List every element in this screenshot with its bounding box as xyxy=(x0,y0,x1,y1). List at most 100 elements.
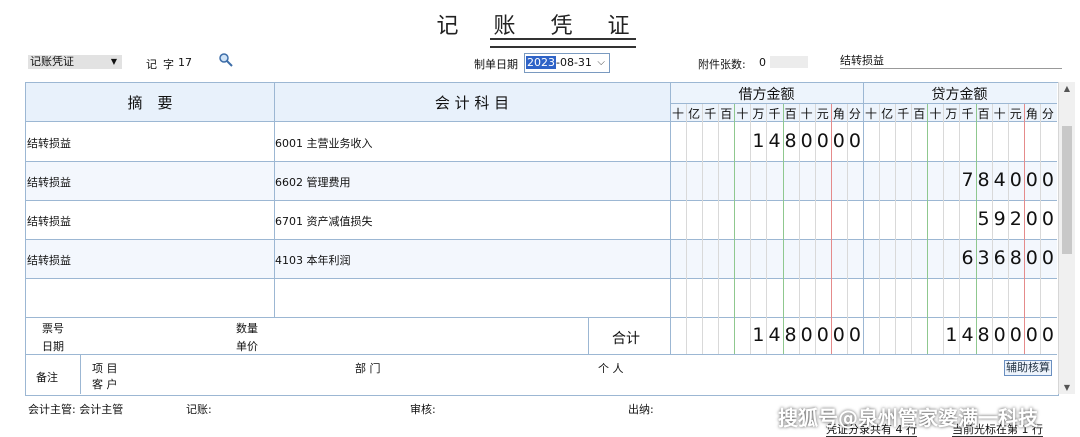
scroll-down-icon[interactable]: ▼ xyxy=(1059,383,1075,392)
total-credit-digit: 1 xyxy=(945,323,958,346)
digit-column-line xyxy=(911,104,913,354)
bill-no-label: 票号 xyxy=(42,322,64,335)
summary-field[interactable]: 结转损益 xyxy=(840,53,1062,69)
total-credit-digit: 8 xyxy=(977,323,990,346)
total-credit-digit: 4 xyxy=(961,323,974,346)
credit-digit: 3 xyxy=(977,246,990,269)
dept-label: 部 门 xyxy=(355,362,381,375)
date-rest: -08-31 xyxy=(556,56,592,69)
row-summary[interactable]: 结转损益 xyxy=(27,252,71,268)
supervisor-label: 会计主管: 会计主管 xyxy=(28,403,124,416)
credit-digit: 0 xyxy=(1041,168,1054,191)
credit-digit: 6 xyxy=(993,246,1006,269)
digit-column-line xyxy=(879,104,881,354)
debit-unit-label: 十 xyxy=(736,107,749,121)
title-underline xyxy=(490,38,636,48)
total-debit-digit: 0 xyxy=(800,323,813,346)
row-account[interactable]: 6602 管理费用 xyxy=(275,174,351,190)
col-credit: 贷方金额 xyxy=(931,87,988,103)
row-summary[interactable]: 结转损益 xyxy=(27,135,71,151)
col-divider xyxy=(863,83,864,354)
credit-digit: 5 xyxy=(977,207,990,230)
col-account: 会 计 科 目 xyxy=(434,94,510,112)
credit-digit: 0 xyxy=(1041,207,1054,230)
price-label: 单价 xyxy=(236,340,258,353)
total-debit-digit: 0 xyxy=(848,323,861,346)
search-icon[interactable] xyxy=(218,52,234,72)
credit-unit-label: 亿 xyxy=(881,107,894,121)
vertical-scrollbar[interactable]: ▲ ▼ xyxy=(1058,82,1075,394)
row-account[interactable]: 6701 资产减值损失 xyxy=(275,213,373,229)
attachments-field[interactable] xyxy=(770,56,808,68)
grid-header-divider xyxy=(26,121,1057,122)
debit-digit: 8 xyxy=(784,129,797,152)
scroll-thumb[interactable] xyxy=(1062,126,1072,254)
credit-digit: 4 xyxy=(993,168,1006,191)
row-divider xyxy=(26,239,1057,240)
debit-unit-label: 千 xyxy=(768,107,781,121)
person-label: 个 人 xyxy=(598,362,624,375)
col-divider xyxy=(588,317,589,354)
credit-unit-label: 百 xyxy=(977,107,990,121)
debit-digit: 0 xyxy=(816,129,829,152)
scroll-up-icon[interactable]: ▲ xyxy=(1059,84,1075,93)
debit-digit: 1 xyxy=(752,129,765,152)
date-year: 2023 xyxy=(526,56,556,69)
debit-unit-label: 十 xyxy=(672,107,685,121)
row-divider xyxy=(26,317,1057,318)
digit-column-line xyxy=(734,104,736,354)
total-divider xyxy=(26,354,1057,355)
credit-digit: 0 xyxy=(1041,246,1054,269)
col-divider xyxy=(80,354,81,394)
credit-unit-label: 十 xyxy=(929,107,942,121)
credit-unit-label: 十 xyxy=(865,107,878,121)
credit-unit-label: 十 xyxy=(993,107,1006,121)
debit-digit: 0 xyxy=(832,129,845,152)
total-debit-digit: 1 xyxy=(752,323,765,346)
project-label: 项 目 xyxy=(92,362,118,375)
chevron-down-icon[interactable]: ⌵ xyxy=(597,54,605,72)
row-summary[interactable]: 结转损益 xyxy=(27,213,71,229)
row-summary[interactable]: 结转损益 xyxy=(27,174,71,190)
watermark-text: 搜狐号@泉州管家婆满一科技 xyxy=(778,406,1038,430)
date-picker[interactable]: 2023-08-31 ⌵ xyxy=(524,53,610,73)
credit-unit-label: 万 xyxy=(945,107,958,121)
bill-date-label: 日期 xyxy=(42,340,64,353)
credit-unit-label: 百 xyxy=(913,107,926,121)
credit-digit: 9 xyxy=(993,207,1006,230)
attachments-count: 0 xyxy=(759,56,766,69)
total-debit-digit: 4 xyxy=(768,323,781,346)
row-account[interactable]: 6001 主营业务收入 xyxy=(275,135,373,151)
total-credit-digit: 0 xyxy=(993,323,1006,346)
total-debit-digit: 0 xyxy=(816,323,829,346)
digit-column-line xyxy=(718,104,720,354)
credit-unit-label: 千 xyxy=(897,107,910,121)
credit-digit: 0 xyxy=(1025,168,1038,191)
digit-column-line xyxy=(702,104,704,354)
digit-column-line xyxy=(686,104,688,354)
attachments-label: 附件张数: xyxy=(698,58,746,71)
col-summary: 摘 要 xyxy=(127,94,173,112)
credit-digit: 2 xyxy=(1009,207,1022,230)
credit-digit: 0 xyxy=(1025,246,1038,269)
voucher-no[interactable]: 17 xyxy=(178,56,192,69)
debit-unit-label: 百 xyxy=(720,107,733,121)
credit-digit: 7 xyxy=(961,168,974,191)
debit-unit-label: 千 xyxy=(704,107,717,121)
chevron-down-icon[interactable]: ▼ xyxy=(108,55,120,69)
total-debit-digit: 0 xyxy=(832,323,845,346)
voucher-word: 记 xyxy=(146,58,157,71)
total-credit-digit: 0 xyxy=(1009,323,1022,346)
debit-digit: 0 xyxy=(800,129,813,152)
voucher-no-label: 字 xyxy=(163,58,174,71)
aux-accounting-button[interactable]: 辅助核算 xyxy=(1004,360,1052,376)
bookkeeper-label: 记账: xyxy=(186,403,212,416)
credit-unit-label: 角 xyxy=(1025,107,1038,121)
cashier-label: 出纳: xyxy=(628,403,654,416)
row-account[interactable]: 4103 本年利润 xyxy=(275,252,351,268)
credit-digit: 0 xyxy=(1009,168,1022,191)
digit-column-line xyxy=(895,104,897,354)
row-divider xyxy=(26,200,1057,201)
digit-column-line xyxy=(927,104,929,354)
col-debit: 借方金额 xyxy=(738,87,795,103)
